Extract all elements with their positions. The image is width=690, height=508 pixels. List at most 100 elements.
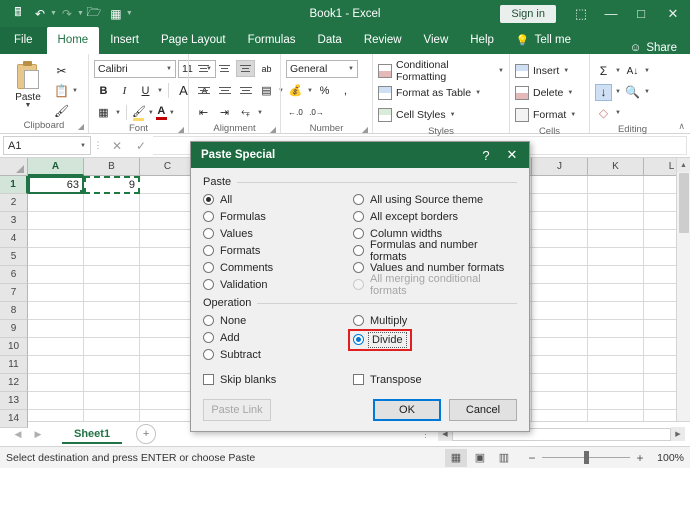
cell-B9[interactable] (84, 320, 140, 338)
quick-print-icon[interactable]: ▦ (106, 4, 126, 24)
cell-L10[interactable] (644, 338, 676, 356)
format-painter-button[interactable]: 🖌 (53, 102, 78, 119)
cell-L6[interactable] (644, 266, 676, 284)
cancel-formula-icon[interactable]: ✕ (105, 136, 129, 156)
find-select-button[interactable]: 🔍 (624, 84, 641, 101)
redo-icon[interactable]: ↷ (57, 4, 77, 24)
zoom-slider-thumb[interactable] (584, 451, 589, 464)
insert-dropdown-icon[interactable]: ▼ (563, 68, 569, 74)
cell-J14[interactable] (532, 410, 588, 421)
cell-styles-dropdown-icon[interactable]: ▼ (450, 112, 456, 118)
ok-button[interactable]: OK (373, 399, 441, 421)
cell-C5[interactable] (140, 248, 196, 266)
orientation-button[interactable]: ⥆ (236, 104, 255, 122)
zoom-out-button[interactable]: − (527, 451, 537, 465)
fill-button[interactable]: ↓ (595, 83, 612, 101)
autosum-button[interactable]: Σ (595, 63, 612, 80)
cell-K2[interactable] (588, 194, 644, 212)
cell-A7[interactable] (28, 284, 84, 302)
cell-A8[interactable] (28, 302, 84, 320)
align-left-button[interactable] (194, 82, 213, 99)
cell-L1[interactable] (644, 176, 676, 194)
cell-J5[interactable] (532, 248, 588, 266)
align-center-button[interactable] (215, 82, 234, 99)
cell-C2[interactable] (140, 194, 196, 212)
radio-paste-validation[interactable]: Validation (203, 276, 353, 293)
cell-B13[interactable] (84, 392, 140, 410)
cell-J10[interactable] (532, 338, 588, 356)
cell-J8[interactable] (532, 302, 588, 320)
underline-dropdown-icon[interactable]: ▼ (157, 88, 163, 94)
scroll-right-icon[interactable]: ▶ (671, 427, 685, 441)
cell-K11[interactable] (588, 356, 644, 374)
cell-A9[interactable] (28, 320, 84, 338)
scroll-up-icon[interactable]: ▲ (676, 158, 690, 172)
row-header[interactable]: 7 (0, 284, 28, 302)
tab-insert[interactable]: Insert (99, 27, 150, 54)
tab-data[interactable]: Data (307, 27, 353, 54)
cell-J12[interactable] (532, 374, 588, 392)
cell-C12[interactable] (140, 374, 196, 392)
previous-sheet-icon[interactable]: ◀ (8, 429, 28, 440)
row-header[interactable]: 2 (0, 194, 28, 212)
row-header[interactable]: 3 (0, 212, 28, 230)
cell-styles-button[interactable]: Cell Styles ▼ (378, 105, 504, 125)
cell-L8[interactable] (644, 302, 676, 320)
row-header[interactable]: 6 (0, 266, 28, 284)
radio-all-except-borders[interactable]: All except borders (353, 208, 517, 225)
cell-C10[interactable] (140, 338, 196, 356)
cell-A11[interactable] (28, 356, 84, 374)
cell-K6[interactable] (588, 266, 644, 284)
wrap-text-button[interactable]: ab (257, 60, 276, 78)
cell-L13[interactable] (644, 392, 676, 410)
cell-C3[interactable] (140, 212, 196, 230)
cell-J2[interactable] (532, 194, 588, 212)
radio-operation-add[interactable]: Add (203, 329, 353, 346)
column-header[interactable]: K (588, 158, 644, 176)
next-sheet-icon[interactable]: ▶ (28, 429, 48, 440)
cell-C11[interactable] (140, 356, 196, 374)
cell-C6[interactable] (140, 266, 196, 284)
autosum-dropdown-icon[interactable]: ▼ (615, 68, 621, 74)
borders-button[interactable]: ▦ (94, 104, 113, 122)
row-header[interactable]: 13 (0, 392, 28, 410)
percent-style-button[interactable]: % (315, 82, 334, 100)
merge-cells-button[interactable]: ▤ (257, 82, 276, 100)
cell-L4[interactable] (644, 230, 676, 248)
cell-C1[interactable] (140, 176, 196, 194)
minimize-button[interactable]: — (596, 0, 626, 27)
paste-dropdown-icon[interactable]: ▼ (25, 102, 32, 109)
cell-A1[interactable]: 63 (28, 176, 85, 195)
cell-L7[interactable] (644, 284, 676, 302)
underline-button[interactable]: U (136, 82, 155, 100)
column-header[interactable]: A (28, 158, 84, 176)
enter-formula-icon[interactable]: ✓ (129, 136, 153, 156)
delete-dropdown-icon[interactable]: ▼ (567, 90, 573, 96)
cell-K8[interactable] (588, 302, 644, 320)
name-box[interactable]: A1 ▼ (3, 136, 91, 155)
radio-operation-divide[interactable]: Divide (348, 328, 412, 351)
insert-cells-button[interactable]: Insert ▼ (515, 61, 576, 81)
cell-K3[interactable] (588, 212, 644, 230)
cell-A13[interactable] (28, 392, 84, 410)
clear-button[interactable]: ◇ (595, 105, 612, 122)
tab-review[interactable]: Review (353, 27, 413, 54)
cell-B14[interactable] (84, 410, 140, 421)
cell-K7[interactable] (588, 284, 644, 302)
radio-formulas-and-number-formats[interactable]: Formulas and number formats (353, 239, 517, 263)
cell-K9[interactable] (588, 320, 644, 338)
cell-K4[interactable] (588, 230, 644, 248)
fill-color-dropdown-icon[interactable]: ▼ (148, 110, 154, 116)
clear-dropdown-icon[interactable]: ▼ (615, 110, 621, 116)
close-button[interactable]: ✕ (656, 0, 690, 27)
copy-button[interactable]: 📋 ▼ (53, 82, 78, 99)
align-bottom-button[interactable] (236, 60, 255, 77)
tab-home[interactable]: Home (46, 27, 100, 54)
row-header[interactable]: 11 (0, 356, 28, 374)
cell-J7[interactable] (532, 284, 588, 302)
cell-K5[interactable] (588, 248, 644, 266)
zoom-in-button[interactable]: + (635, 451, 645, 465)
cut-button[interactable]: ✂ (53, 62, 78, 79)
conditional-formatting-button[interactable]: Conditional Formatting ▼ (378, 59, 504, 83)
decrease-indent-button[interactable]: ⇤ (194, 104, 213, 122)
